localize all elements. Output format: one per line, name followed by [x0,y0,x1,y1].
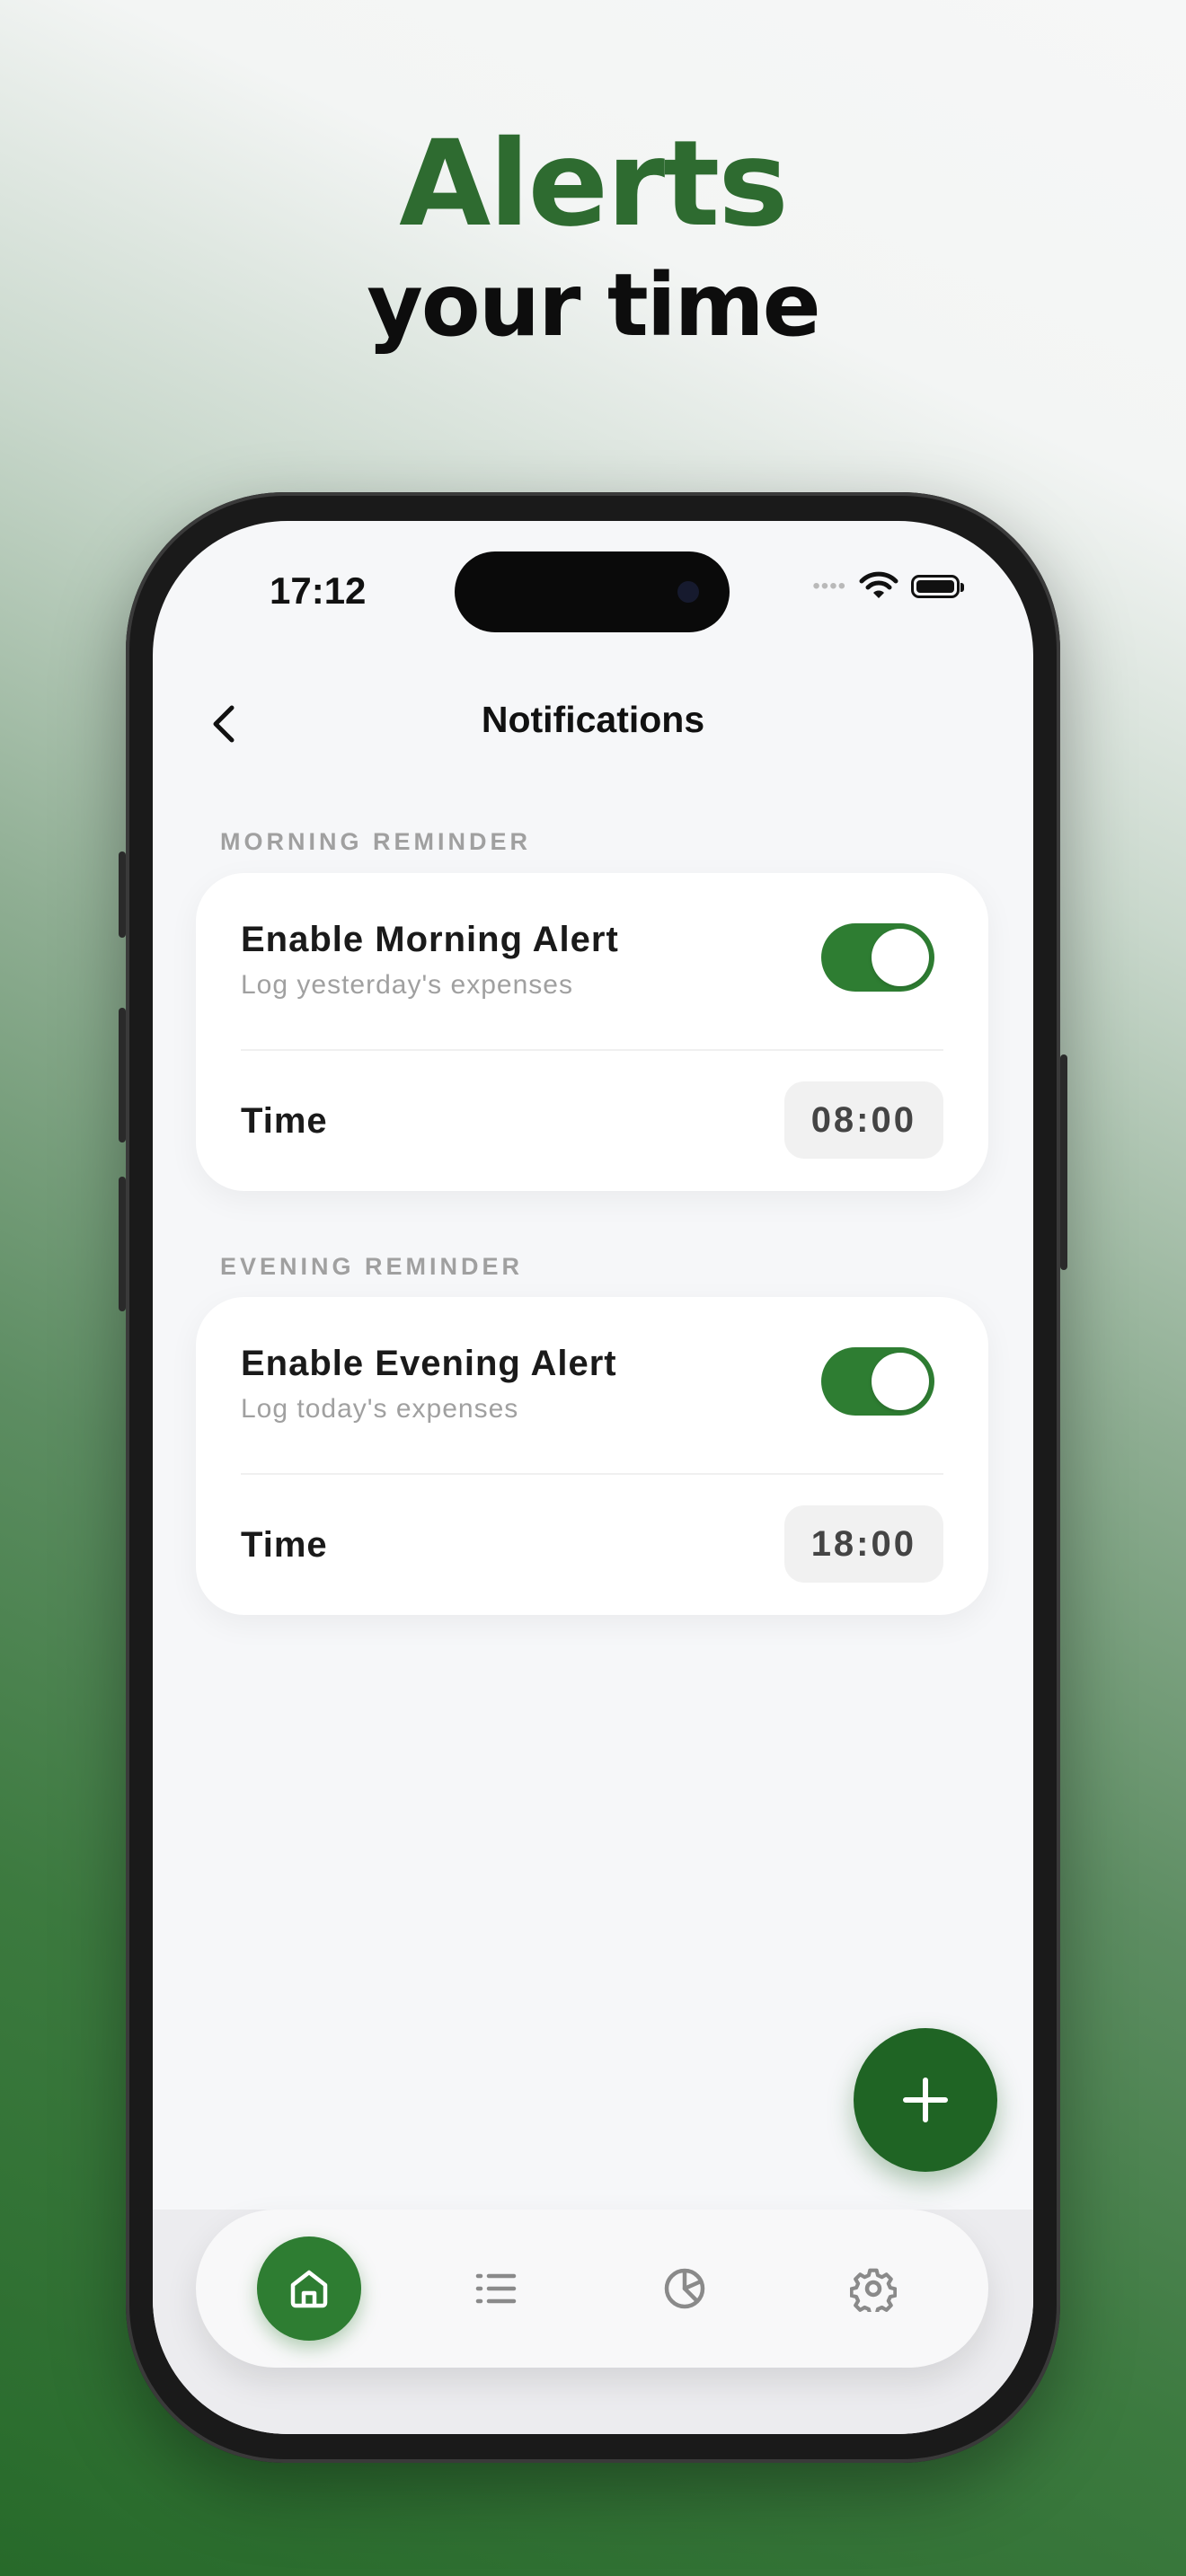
status-time: 17:12 [270,569,367,612]
battery-icon [911,575,964,598]
promo-headline: Alerts your time [0,117,1186,359]
tab-statistics[interactable] [633,2236,737,2341]
wifi-icon [859,571,898,598]
pie-chart-icon [664,2268,705,2309]
phone-frame: 17:12 •••• Notifications MORNING REMINDE… [119,492,1067,2463]
home-icon [290,2270,328,2308]
divider [241,1049,943,1051]
gear-icon [850,2268,897,2312]
evening-alert-title: Enable Evening Alert [241,1344,617,1383]
promo-subtitle: your time [367,255,821,356]
signal-icon: •••• [812,574,846,598]
morning-time-label: Time [241,1101,328,1141]
evening-time-label: Time [241,1525,328,1565]
evening-alert-subtitle: Log today's expenses [241,1394,519,1424]
section-label-evening: EVENING REMINDER [220,1253,524,1280]
volume-up-button [119,1008,126,1142]
add-expense-button[interactable] [854,2028,997,2172]
toggle-knob [872,1353,929,1410]
morning-alert-title: Enable Morning Alert [241,920,619,959]
morning-alert-toggle[interactable] [821,923,934,992]
morning-time-picker[interactable]: 08:00 [783,1081,943,1159]
toggle-knob [872,929,929,986]
tab-home[interactable] [257,2236,361,2341]
morning-alert-subtitle: Log yesterday's expenses [241,970,573,1000]
evening-alert-toggle[interactable] [821,1347,934,1416]
tab-transactions[interactable] [444,2236,548,2341]
side-button [1060,1054,1067,1270]
app-screen: 17:12 •••• Notifications MORNING REMINDE… [153,521,1033,2434]
evening-time-picker[interactable]: 18:00 [783,1505,943,1583]
promo-title: Alerts [399,115,789,253]
evening-reminder-card: Enable Evening Alert Log today's expense… [196,1297,988,1615]
tab-bar [196,2210,988,2368]
plus-icon [903,2078,948,2122]
divider [241,1473,943,1475]
action-button [119,851,126,938]
volume-down-button [119,1177,126,1311]
section-label-morning: MORNING REMINDER [220,828,531,855]
tab-settings[interactable] [821,2236,925,2341]
list-icon [475,2273,517,2304]
page-title: Notifications [481,699,705,740]
morning-reminder-card: Enable Morning Alert Log yesterday's exp… [196,873,988,1191]
dynamic-island [455,551,730,632]
status-icons: •••• [812,571,964,602]
